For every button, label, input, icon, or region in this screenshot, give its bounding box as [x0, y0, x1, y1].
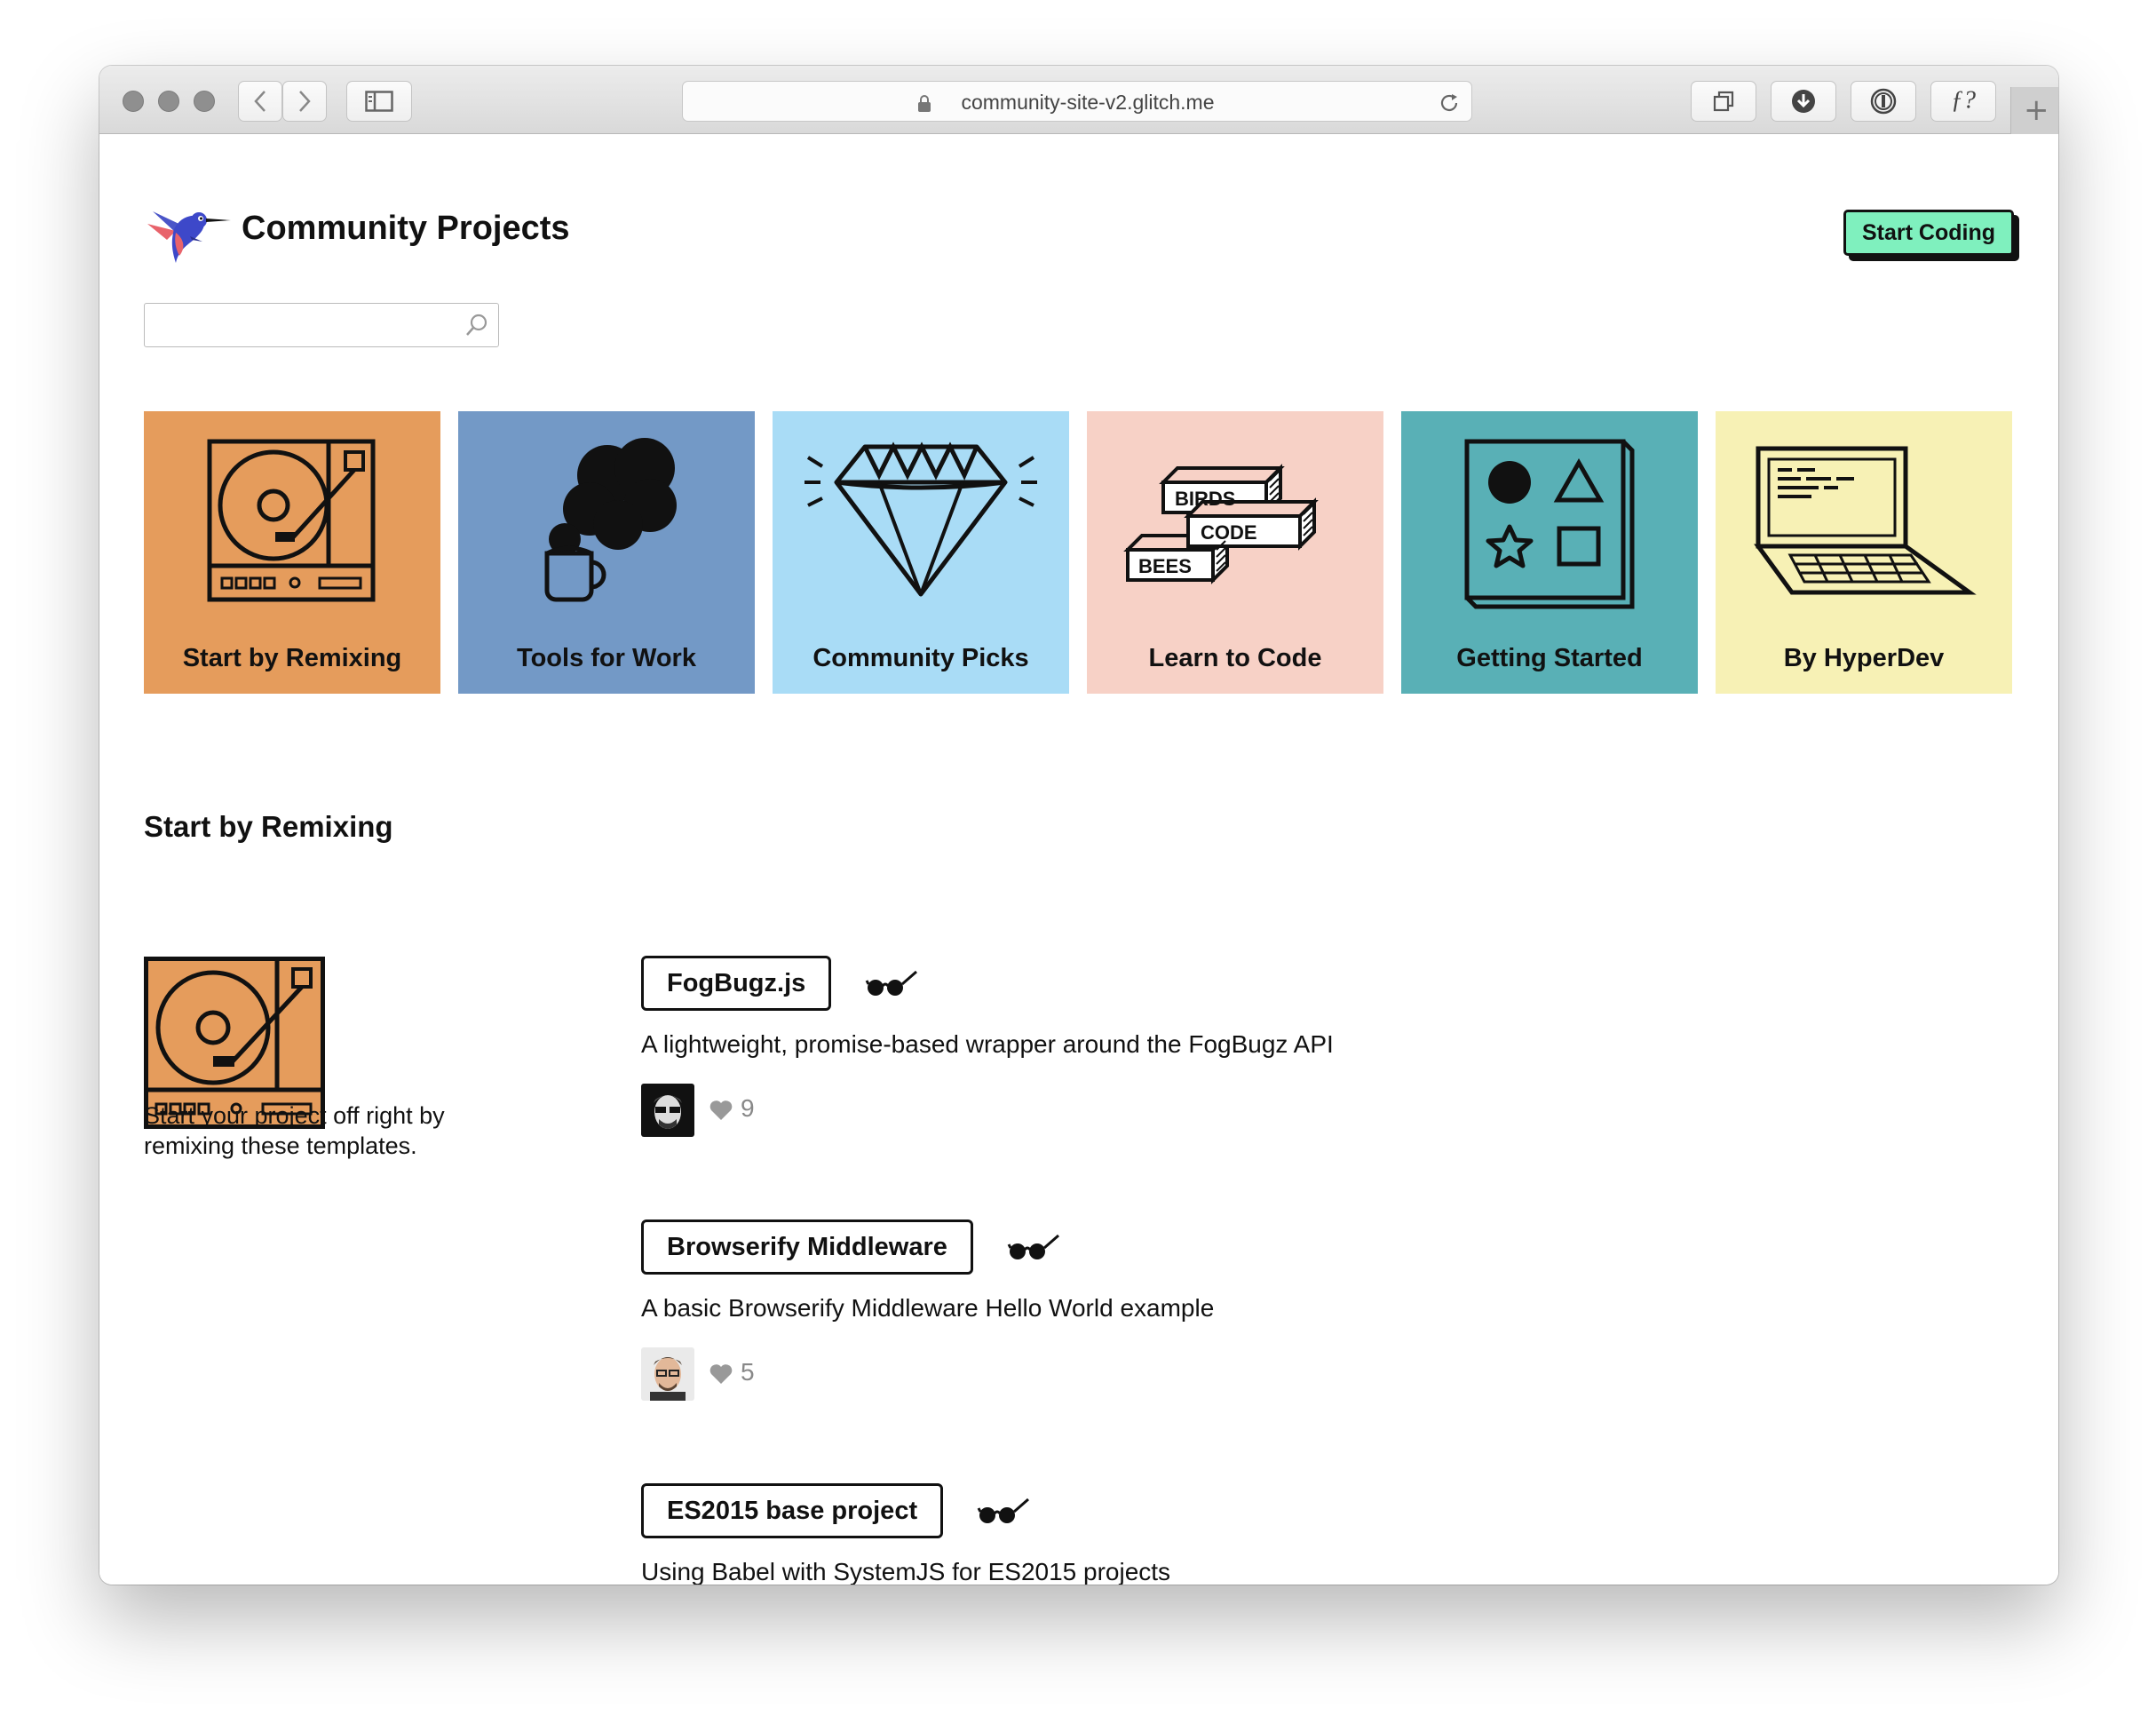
project-name-button[interactable]: FogBugz.js [641, 956, 832, 1011]
browser-window: community-site-v2.glitch.me ƒ? + Communi… [99, 66, 2058, 1585]
search-box[interactable] [144, 303, 499, 347]
tab-overview-button[interactable] [1691, 81, 1756, 122]
password-manager-button[interactable] [1851, 81, 1916, 122]
hummingbird-logo-icon[interactable] [140, 197, 233, 270]
page-title: Community Projects [242, 210, 570, 247]
new-tab-button[interactable]: + [2010, 87, 2058, 134]
browser-toolbar: community-site-v2.glitch.me ƒ? + [99, 66, 2058, 134]
category-label: Tools for Work [517, 644, 696, 672]
minimize-window-button[interactable] [158, 91, 179, 112]
chevron-left-icon [254, 91, 266, 112]
category-tools-for-work[interactable]: Tools for Work [458, 411, 755, 694]
birds-block-text: BIRDS [1175, 488, 1235, 510]
project-name-button[interactable]: ES2015 base project [641, 1483, 944, 1538]
category-label: Getting Started [1456, 644, 1643, 672]
sidebar-toggle-button[interactable] [346, 81, 412, 122]
font-finder-button[interactable]: ƒ? [1930, 81, 1996, 122]
project-item: Browserify Middleware A basic Browserify… [641, 1219, 1707, 1433]
category-learn-to-code[interactable]: BIRDS CODE BEES Learn to Code [1087, 411, 1383, 694]
code-block-text: CODE [1201, 521, 1257, 544]
like-count: 5 [741, 1358, 755, 1386]
search-icon[interactable] [464, 313, 489, 338]
category-label: Start by Remixing [182, 644, 402, 672]
onepassword-icon [1870, 88, 1897, 115]
project-name-button[interactable]: Browserify Middleware [641, 1219, 973, 1275]
glasses-icon[interactable] [977, 1496, 1030, 1526]
category-community-picks[interactable]: Community Picks [773, 411, 1069, 694]
forward-button[interactable] [282, 81, 327, 122]
downloads-button[interactable] [1771, 81, 1836, 122]
category-grid: Start by Remixing Tools for Work Communi… [144, 411, 2014, 694]
close-window-button[interactable] [123, 91, 144, 112]
address-bar[interactable]: community-site-v2.glitch.me [682, 81, 1472, 122]
page-content: Community Projects Start Coding Start by… [99, 135, 2058, 1585]
project-description: A basic Browserify Middleware Hello Worl… [641, 1294, 1215, 1322]
section-title: Start by Remixing [144, 810, 393, 843]
project-item: ES2015 base project Using Babel with Sys… [641, 1483, 1707, 1585]
project-description: Using Babel with SystemJS for ES2015 pro… [641, 1558, 1171, 1585]
font-question-icon: ƒ? [1951, 86, 1976, 115]
sidebar-icon [365, 91, 393, 112]
like-count: 9 [741, 1094, 755, 1122]
glasses-icon[interactable] [865, 968, 918, 998]
category-label: Community Picks [812, 644, 1029, 672]
category-getting-started[interactable]: Getting Started [1401, 411, 1698, 694]
heart-icon[interactable] [709, 1100, 733, 1121]
chevron-right-icon [299, 91, 311, 112]
url-text: community-site-v2.glitch.me [961, 91, 1215, 114]
category-label: Learn to Code [1148, 644, 1322, 672]
plus-icon: + [2024, 92, 2049, 128]
category-label: By HyperDev [1783, 644, 1945, 672]
start-coding-button[interactable]: Start Coding [1843, 210, 2014, 256]
download-icon [1792, 90, 1815, 113]
category-by-hyperdev[interactable]: By HyperDev [1716, 411, 2012, 694]
glasses-icon[interactable] [1007, 1232, 1060, 1262]
category-start-by-remixing[interactable]: Start by Remixing [144, 411, 440, 694]
zoom-window-button[interactable] [194, 91, 215, 112]
section-description: Start your project off right by remixing… [144, 1102, 445, 1159]
back-button[interactable] [238, 81, 282, 122]
heart-icon[interactable] [709, 1363, 733, 1385]
avatar[interactable] [641, 1084, 694, 1137]
search-input[interactable] [145, 304, 447, 345]
tabs-icon [1713, 91, 1734, 112]
project-item: FogBugz.js A lightweight, promise-based … [641, 956, 1707, 1169]
reload-icon[interactable] [1438, 91, 1461, 115]
bees-block-text: BEES [1138, 555, 1192, 577]
project-description: A lightweight, promise-based wrapper aro… [641, 1030, 1334, 1058]
avatar[interactable] [641, 1347, 694, 1401]
